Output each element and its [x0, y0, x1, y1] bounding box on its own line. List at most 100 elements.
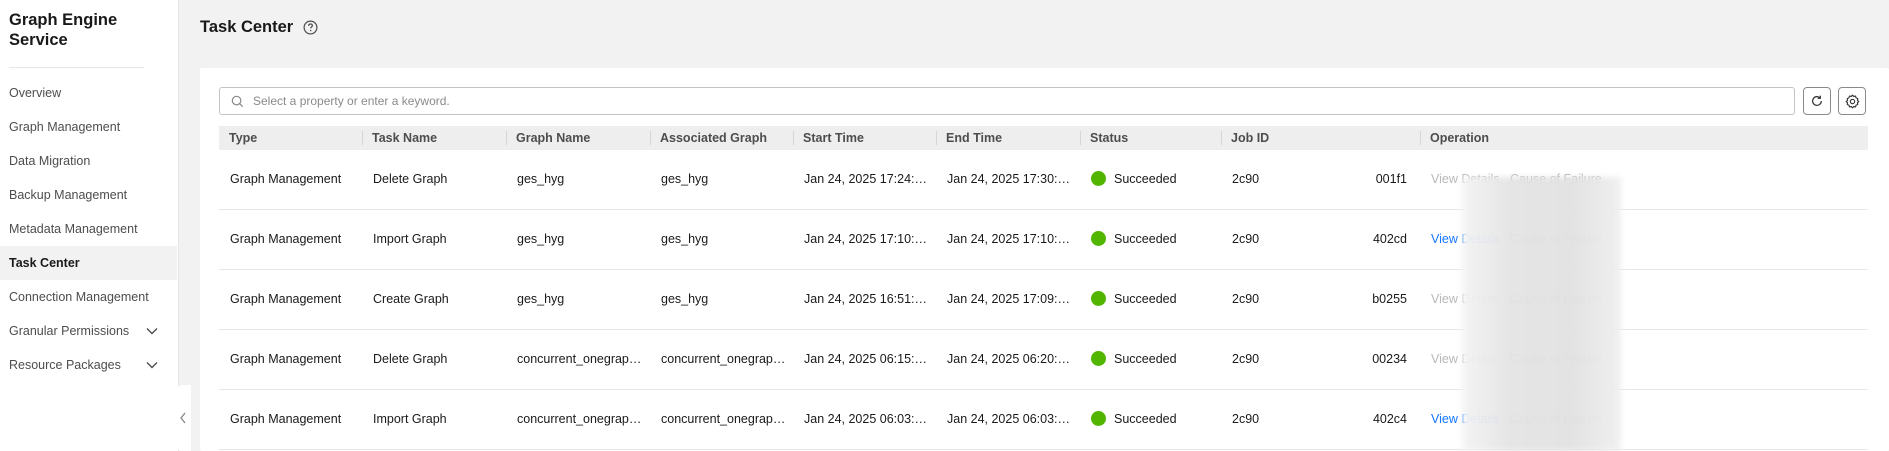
help-circle-icon[interactable]	[302, 19, 318, 35]
sidebar-nav: Overview Graph Management Data Migration Ba…	[0, 76, 178, 382]
column-divider	[506, 131, 507, 145]
associated-graph-cell: concurrent_onegraph_sa...	[661, 412, 789, 426]
task-name-cell: Import Graph	[373, 412, 447, 426]
chevron-down-icon	[145, 314, 159, 348]
sidebar-item-resource-packages[interactable]: Resource Packages	[0, 348, 178, 382]
status-text: Succeeded	[1114, 172, 1177, 186]
job-id-prefix: 2c90	[1232, 232, 1260, 246]
search-icon	[231, 95, 244, 107]
graph-name-cell: ges_hyg	[517, 232, 565, 246]
settings-button[interactable]	[1838, 87, 1866, 115]
column-divider	[1221, 131, 1222, 145]
column-divider	[362, 131, 363, 145]
sidebar-item-label: Backup Management	[9, 188, 128, 202]
search-input[interactable]	[251, 93, 1751, 109]
sidebar-item-label: Overview	[9, 86, 62, 100]
service-title: Graph Engine Service	[9, 11, 118, 49]
type-cell: Graph Management	[230, 352, 342, 366]
start-time-cell: Jan 24, 2025 16:51:44 G...	[804, 292, 932, 306]
sidebar-item-label: Granular Permissions	[9, 324, 130, 338]
status-text: Succeeded	[1114, 292, 1177, 306]
chevron-down-icon	[145, 348, 159, 382]
sidebar-item-data-migration[interactable]: Data Migration	[0, 144, 178, 178]
sidebar-item-task-center[interactable]: Task Center	[0, 246, 177, 280]
job-id-suffix: b0255	[1372, 292, 1407, 306]
column-divider	[1080, 131, 1081, 145]
col-header-graph-name: Graph Name	[516, 131, 591, 145]
status-cell: Succeeded	[1080, 270, 1221, 329]
sidebar-item-overview[interactable]: Overview	[0, 76, 178, 110]
job-id-suffix: 402cd	[1372, 232, 1407, 246]
job-id-cell: 2c90 00234	[1221, 330, 1420, 389]
sidebar: Graph Engine Service Overview Graph Manag…	[0, 0, 179, 451]
task-name-cell: Create Graph	[373, 292, 449, 306]
job-id-cell: 2c90 402c4	[1221, 390, 1420, 449]
sidebar-item-label: Data Migration	[9, 154, 91, 168]
type-cell: Graph Management	[230, 292, 342, 306]
status-cell: Succeeded	[1080, 210, 1221, 269]
job-id-prefix: 2c90	[1232, 352, 1260, 366]
job-id-prefix: 2c90	[1232, 172, 1260, 186]
col-header-associated-graph: Associated Graph	[660, 131, 767, 145]
status-cell: Succeeded	[1080, 390, 1221, 449]
associated-graph-cell: ges_hyg	[661, 292, 709, 306]
sidebar-collapse-button[interactable]	[175, 385, 191, 451]
job-id-prefix: 2c90	[1232, 412, 1260, 426]
sidebar-item-metadata-management[interactable]: Metadata Management	[0, 212, 178, 246]
sidebar-item-backup-management[interactable]: Backup Management	[0, 178, 178, 212]
start-time-cell: Jan 24, 2025 06:03:40 G...	[804, 412, 932, 426]
job-id-cell: 2c90 402cd	[1221, 210, 1420, 269]
type-cell: Graph Management	[230, 412, 342, 426]
associated-graph-cell: ges_hyg	[661, 172, 709, 186]
sidebar-item-label: Task Center	[9, 256, 80, 270]
status-success-icon	[1091, 351, 1106, 367]
sidebar-item-label: Resource Packages	[9, 358, 121, 372]
col-header-job-id: Job ID	[1231, 131, 1270, 145]
end-time-cell: Jan 24, 2025 06:03:45 G...	[947, 412, 1076, 426]
col-header-operation: Operation	[1430, 131, 1490, 145]
status-text: Succeeded	[1114, 352, 1177, 366]
col-header-task-name: Task Name	[372, 131, 438, 145]
graph-name-cell: concurrent_onegraph_sa...	[517, 412, 646, 426]
task-name-cell: Delete Graph	[373, 352, 448, 366]
end-time-cell: Jan 24, 2025 06:20:48 G...	[947, 352, 1076, 366]
graph-name-cell: ges_hyg	[517, 292, 565, 306]
task-name-cell: Import Graph	[373, 232, 447, 246]
sidebar-divider	[9, 67, 144, 68]
job-id-prefix: 2c90	[1232, 292, 1260, 306]
refresh-button[interactable]	[1803, 87, 1831, 115]
chevron-left-icon	[180, 412, 186, 424]
start-time-cell: Jan 24, 2025 06:15:43 G...	[804, 352, 932, 366]
job-id-cell: 2c90 001f1	[1221, 150, 1420, 209]
status-cell: Succeeded	[1080, 150, 1221, 209]
column-divider	[793, 131, 794, 145]
column-divider	[1420, 131, 1421, 145]
column-divider	[650, 131, 651, 145]
end-time-cell: Jan 24, 2025 17:09:54 G...	[947, 292, 1076, 306]
associated-graph-cell: concurrent_onegraph_sa...	[661, 352, 789, 366]
refresh-icon	[1812, 95, 1822, 106]
job-id-redaction	[1462, 177, 1621, 451]
sidebar-item-connection-management[interactable]: Connection Management	[0, 280, 178, 314]
col-header-type: Type	[229, 131, 258, 145]
job-id-cell: 2c90 b0255	[1221, 270, 1420, 329]
status-success-icon	[1091, 291, 1106, 307]
end-time-cell: Jan 24, 2025 17:10:19 G...	[947, 232, 1076, 246]
status-success-icon	[1091, 411, 1106, 427]
page-title: Task Center	[200, 17, 294, 36]
sidebar-item-label: Metadata Management	[9, 222, 138, 236]
associated-graph-cell: ges_hyg	[661, 232, 709, 246]
type-cell: Graph Management	[230, 232, 342, 246]
job-id-suffix: 00234	[1372, 352, 1407, 366]
search-bar[interactable]	[219, 87, 1795, 115]
end-time-cell: Jan 24, 2025 17:30:26 G...	[947, 172, 1076, 186]
sidebar-item-granular-permissions[interactable]: Granular Permissions	[0, 314, 178, 348]
col-header-end-time: End Time	[946, 131, 1003, 145]
start-time-cell: Jan 24, 2025 17:10:10 G...	[804, 232, 932, 246]
task-list-card: Type Task Name Graph Name Associated Graph S…	[200, 68, 1889, 451]
status-success-icon	[1091, 171, 1106, 187]
status-text: Succeeded	[1114, 412, 1177, 426]
sidebar-item-graph-management[interactable]: Graph Management	[0, 110, 178, 144]
col-header-start-time: Start Time	[803, 131, 864, 145]
graph-name-cell: ges_hyg	[517, 172, 565, 186]
